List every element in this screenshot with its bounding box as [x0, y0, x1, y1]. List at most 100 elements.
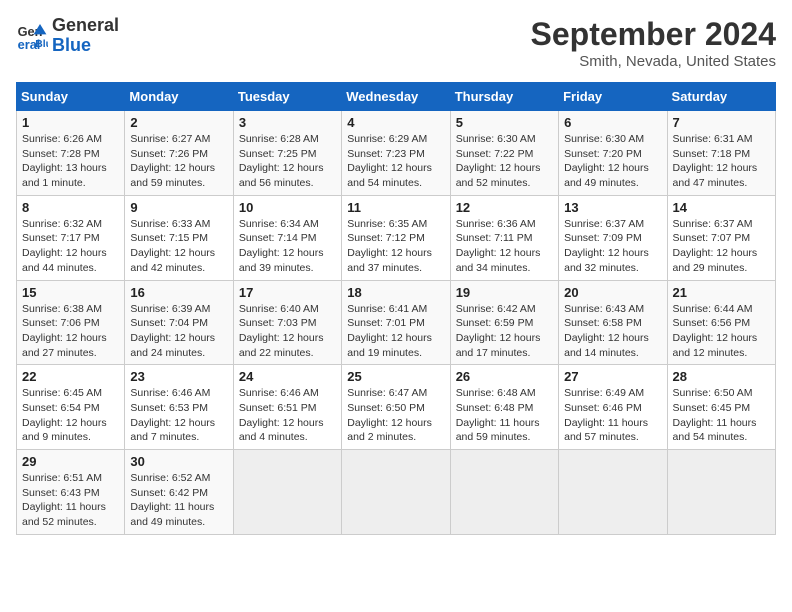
day-info: Sunrise: 6:30 AM Sunset: 7:22 PM Dayligh… — [456, 132, 553, 191]
day-number: 27 — [564, 369, 661, 384]
day-number: 21 — [673, 285, 770, 300]
calendar-cell: 3Sunrise: 6:28 AM Sunset: 7:25 PM Daylig… — [233, 111, 341, 196]
calendar-cell — [233, 450, 341, 535]
calendar-cell: 29 Sunrise: 6:51 AM Sunset: 6:43 PM Dayli… — [17, 450, 125, 535]
day-info: Sunrise: 6:52 AM Sunset: 6:42 PM Dayligh… — [130, 471, 227, 530]
weekday-header: Friday — [559, 83, 667, 111]
day-info: Sunrise: 6:49 AM Sunset: 6:46 PM Dayligh… — [564, 386, 661, 445]
day-info: Sunrise: 6:33 AM Sunset: 7:15 PM Dayligh… — [130, 217, 227, 276]
day-number: 25 — [347, 369, 444, 384]
day-info: Sunrise: 6:43 AM Sunset: 6:58 PM Dayligh… — [564, 302, 661, 361]
weekday-header: Saturday — [667, 83, 775, 111]
calendar-cell: 5 Sunrise: 6:30 AM Sunset: 7:22 PM Daylig… — [450, 111, 558, 196]
calendar-cell: 30 Sunrise: 6:52 AM Sunset: 6:42 PM Dayli… — [125, 450, 233, 535]
calendar-week-row: 15 Sunrise: 6:38 AM Sunset: 7:06 PM Dayli… — [17, 280, 776, 365]
weekday-header: Tuesday — [233, 83, 341, 111]
calendar-cell — [342, 450, 450, 535]
day-info: Sunrise: 6:51 AM Sunset: 6:43 PM Dayligh… — [22, 471, 119, 530]
day-info: Sunrise: 6:26 AM Sunset: 7:28 PM Dayligh… — [22, 132, 119, 191]
calendar-cell: 4Sunrise: 6:29 AM Sunset: 7:23 PM Daylig… — [342, 111, 450, 196]
day-info: Sunrise: 6:46 AM Sunset: 6:51 PM Dayligh… — [239, 386, 336, 445]
title-area: September 2024 Smith, Nevada, United Sta… — [531, 16, 776, 70]
calendar-cell: 15 Sunrise: 6:38 AM Sunset: 7:06 PM Dayli… — [17, 280, 125, 365]
main-title: September 2024 — [531, 16, 776, 53]
logo-text-line2: Blue — [52, 36, 119, 56]
day-number: 9 — [130, 200, 227, 215]
weekday-header: Thursday — [450, 83, 558, 111]
calendar-cell: 28 Sunrise: 6:50 AM Sunset: 6:45 PM Dayli… — [667, 365, 775, 450]
calendar-cell: 17 Sunrise: 6:40 AM Sunset: 7:03 PM Dayli… — [233, 280, 341, 365]
calendar-cell: 10 Sunrise: 6:34 AM Sunset: 7:14 PM Dayli… — [233, 195, 341, 280]
calendar-cell: 25 Sunrise: 6:47 AM Sunset: 6:50 PM Dayli… — [342, 365, 450, 450]
calendar-cell: 19Sunrise: 6:42 AM Sunset: 6:59 PM Dayli… — [450, 280, 558, 365]
calendar-cell: 6 Sunrise: 6:30 AM Sunset: 7:20 PM Daylig… — [559, 111, 667, 196]
day-number: 26 — [456, 369, 553, 384]
day-number: 11 — [347, 200, 444, 215]
day-info: Sunrise: 6:35 AM Sunset: 7:12 PM Dayligh… — [347, 217, 444, 276]
calendar-cell: 13Sunrise: 6:37 AM Sunset: 7:09 PM Dayli… — [559, 195, 667, 280]
day-info: Sunrise: 6:41 AM Sunset: 7:01 PM Dayligh… — [347, 302, 444, 361]
subtitle: Smith, Nevada, United States — [531, 53, 776, 70]
calendar-body: 1 Sunrise: 6:26 AM Sunset: 7:28 PM Daylig… — [17, 111, 776, 535]
weekday-header: Monday — [125, 83, 233, 111]
calendar-cell: 9 Sunrise: 6:33 AM Sunset: 7:15 PM Daylig… — [125, 195, 233, 280]
day-info: Sunrise: 6:37 AM Sunset: 7:07 PM Dayligh… — [673, 217, 770, 276]
calendar-cell: 22Sunrise: 6:45 AM Sunset: 6:54 PM Dayli… — [17, 365, 125, 450]
day-number: 7 — [673, 115, 770, 130]
calendar-cell: 27 Sunrise: 6:49 AM Sunset: 6:46 PM Dayli… — [559, 365, 667, 450]
day-info: Sunrise: 6:48 AM Sunset: 6:48 PM Dayligh… — [456, 386, 553, 445]
calendar-cell: 14 Sunrise: 6:37 AM Sunset: 7:07 PM Dayli… — [667, 195, 775, 280]
day-number: 10 — [239, 200, 336, 215]
day-number: 28 — [673, 369, 770, 384]
day-info: Sunrise: 6:31 AM Sunset: 7:18 PM Dayligh… — [673, 132, 770, 191]
day-info: Sunrise: 6:32 AM Sunset: 7:17 PM Dayligh… — [22, 217, 119, 276]
logo-text-line1: General — [52, 16, 119, 36]
day-info: Sunrise: 6:38 AM Sunset: 7:06 PM Dayligh… — [22, 302, 119, 361]
day-info: Sunrise: 6:34 AM Sunset: 7:14 PM Dayligh… — [239, 217, 336, 276]
calendar-cell: 20 Sunrise: 6:43 AM Sunset: 6:58 PM Dayli… — [559, 280, 667, 365]
calendar-cell: 18Sunrise: 6:41 AM Sunset: 7:01 PM Dayli… — [342, 280, 450, 365]
day-number: 30 — [130, 454, 227, 469]
calendar-cell: 26 Sunrise: 6:48 AM Sunset: 6:48 PM Dayli… — [450, 365, 558, 450]
day-number: 4 — [347, 115, 444, 130]
calendar-cell — [559, 450, 667, 535]
calendar-cell: 16Sunrise: 6:39 AM Sunset: 7:04 PM Dayli… — [125, 280, 233, 365]
day-number: 29 — [22, 454, 119, 469]
day-info: Sunrise: 6:27 AM Sunset: 7:26 PM Dayligh… — [130, 132, 227, 191]
day-number: 3 — [239, 115, 336, 130]
weekday-header: Wednesday — [342, 83, 450, 111]
calendar-week-row: 29 Sunrise: 6:51 AM Sunset: 6:43 PM Dayli… — [17, 450, 776, 535]
calendar-cell: 23Sunrise: 6:46 AM Sunset: 6:53 PM Dayli… — [125, 365, 233, 450]
weekday-header: Sunday — [17, 83, 125, 111]
day-info: Sunrise: 6:39 AM Sunset: 7:04 PM Dayligh… — [130, 302, 227, 361]
header: Gen eral Blue General Blue September 202… — [16, 16, 776, 70]
day-info: Sunrise: 6:50 AM Sunset: 6:45 PM Dayligh… — [673, 386, 770, 445]
calendar-cell: 2 Sunrise: 6:27 AM Sunset: 7:26 PM Daylig… — [125, 111, 233, 196]
day-number: 1 — [22, 115, 119, 130]
calendar-cell: 12Sunrise: 6:36 AM Sunset: 7:11 PM Dayli… — [450, 195, 558, 280]
day-number: 13 — [564, 200, 661, 215]
calendar-week-row: 8 Sunrise: 6:32 AM Sunset: 7:17 PM Daylig… — [17, 195, 776, 280]
day-number: 6 — [564, 115, 661, 130]
day-info: Sunrise: 6:30 AM Sunset: 7:20 PM Dayligh… — [564, 132, 661, 191]
svg-text:Blue: Blue — [35, 39, 48, 50]
calendar-header: SundayMondayTuesdayWednesdayThursdayFrid… — [17, 83, 776, 111]
day-number: 20 — [564, 285, 661, 300]
day-info: Sunrise: 6:47 AM Sunset: 6:50 PM Dayligh… — [347, 386, 444, 445]
day-number: 8 — [22, 200, 119, 215]
day-info: Sunrise: 6:45 AM Sunset: 6:54 PM Dayligh… — [22, 386, 119, 445]
calendar-week-row: 1 Sunrise: 6:26 AM Sunset: 7:28 PM Daylig… — [17, 111, 776, 196]
day-number: 15 — [22, 285, 119, 300]
calendar-cell: 1 Sunrise: 6:26 AM Sunset: 7:28 PM Daylig… — [17, 111, 125, 196]
day-number: 17 — [239, 285, 336, 300]
calendar-cell: 7 Sunrise: 6:31 AM Sunset: 7:18 PM Daylig… — [667, 111, 775, 196]
day-number: 2 — [130, 115, 227, 130]
calendar-cell: 24Sunrise: 6:46 AM Sunset: 6:51 PM Dayli… — [233, 365, 341, 450]
calendar-cell: 8 Sunrise: 6:32 AM Sunset: 7:17 PM Daylig… — [17, 195, 125, 280]
logo: Gen eral Blue General Blue — [16, 16, 119, 56]
day-number: 14 — [673, 200, 770, 215]
calendar-cell: 11 Sunrise: 6:35 AM Sunset: 7:12 PM Dayli… — [342, 195, 450, 280]
day-number: 5 — [456, 115, 553, 130]
day-info: Sunrise: 6:40 AM Sunset: 7:03 PM Dayligh… — [239, 302, 336, 361]
calendar-table: SundayMondayTuesdayWednesdayThursdayFrid… — [16, 82, 776, 535]
